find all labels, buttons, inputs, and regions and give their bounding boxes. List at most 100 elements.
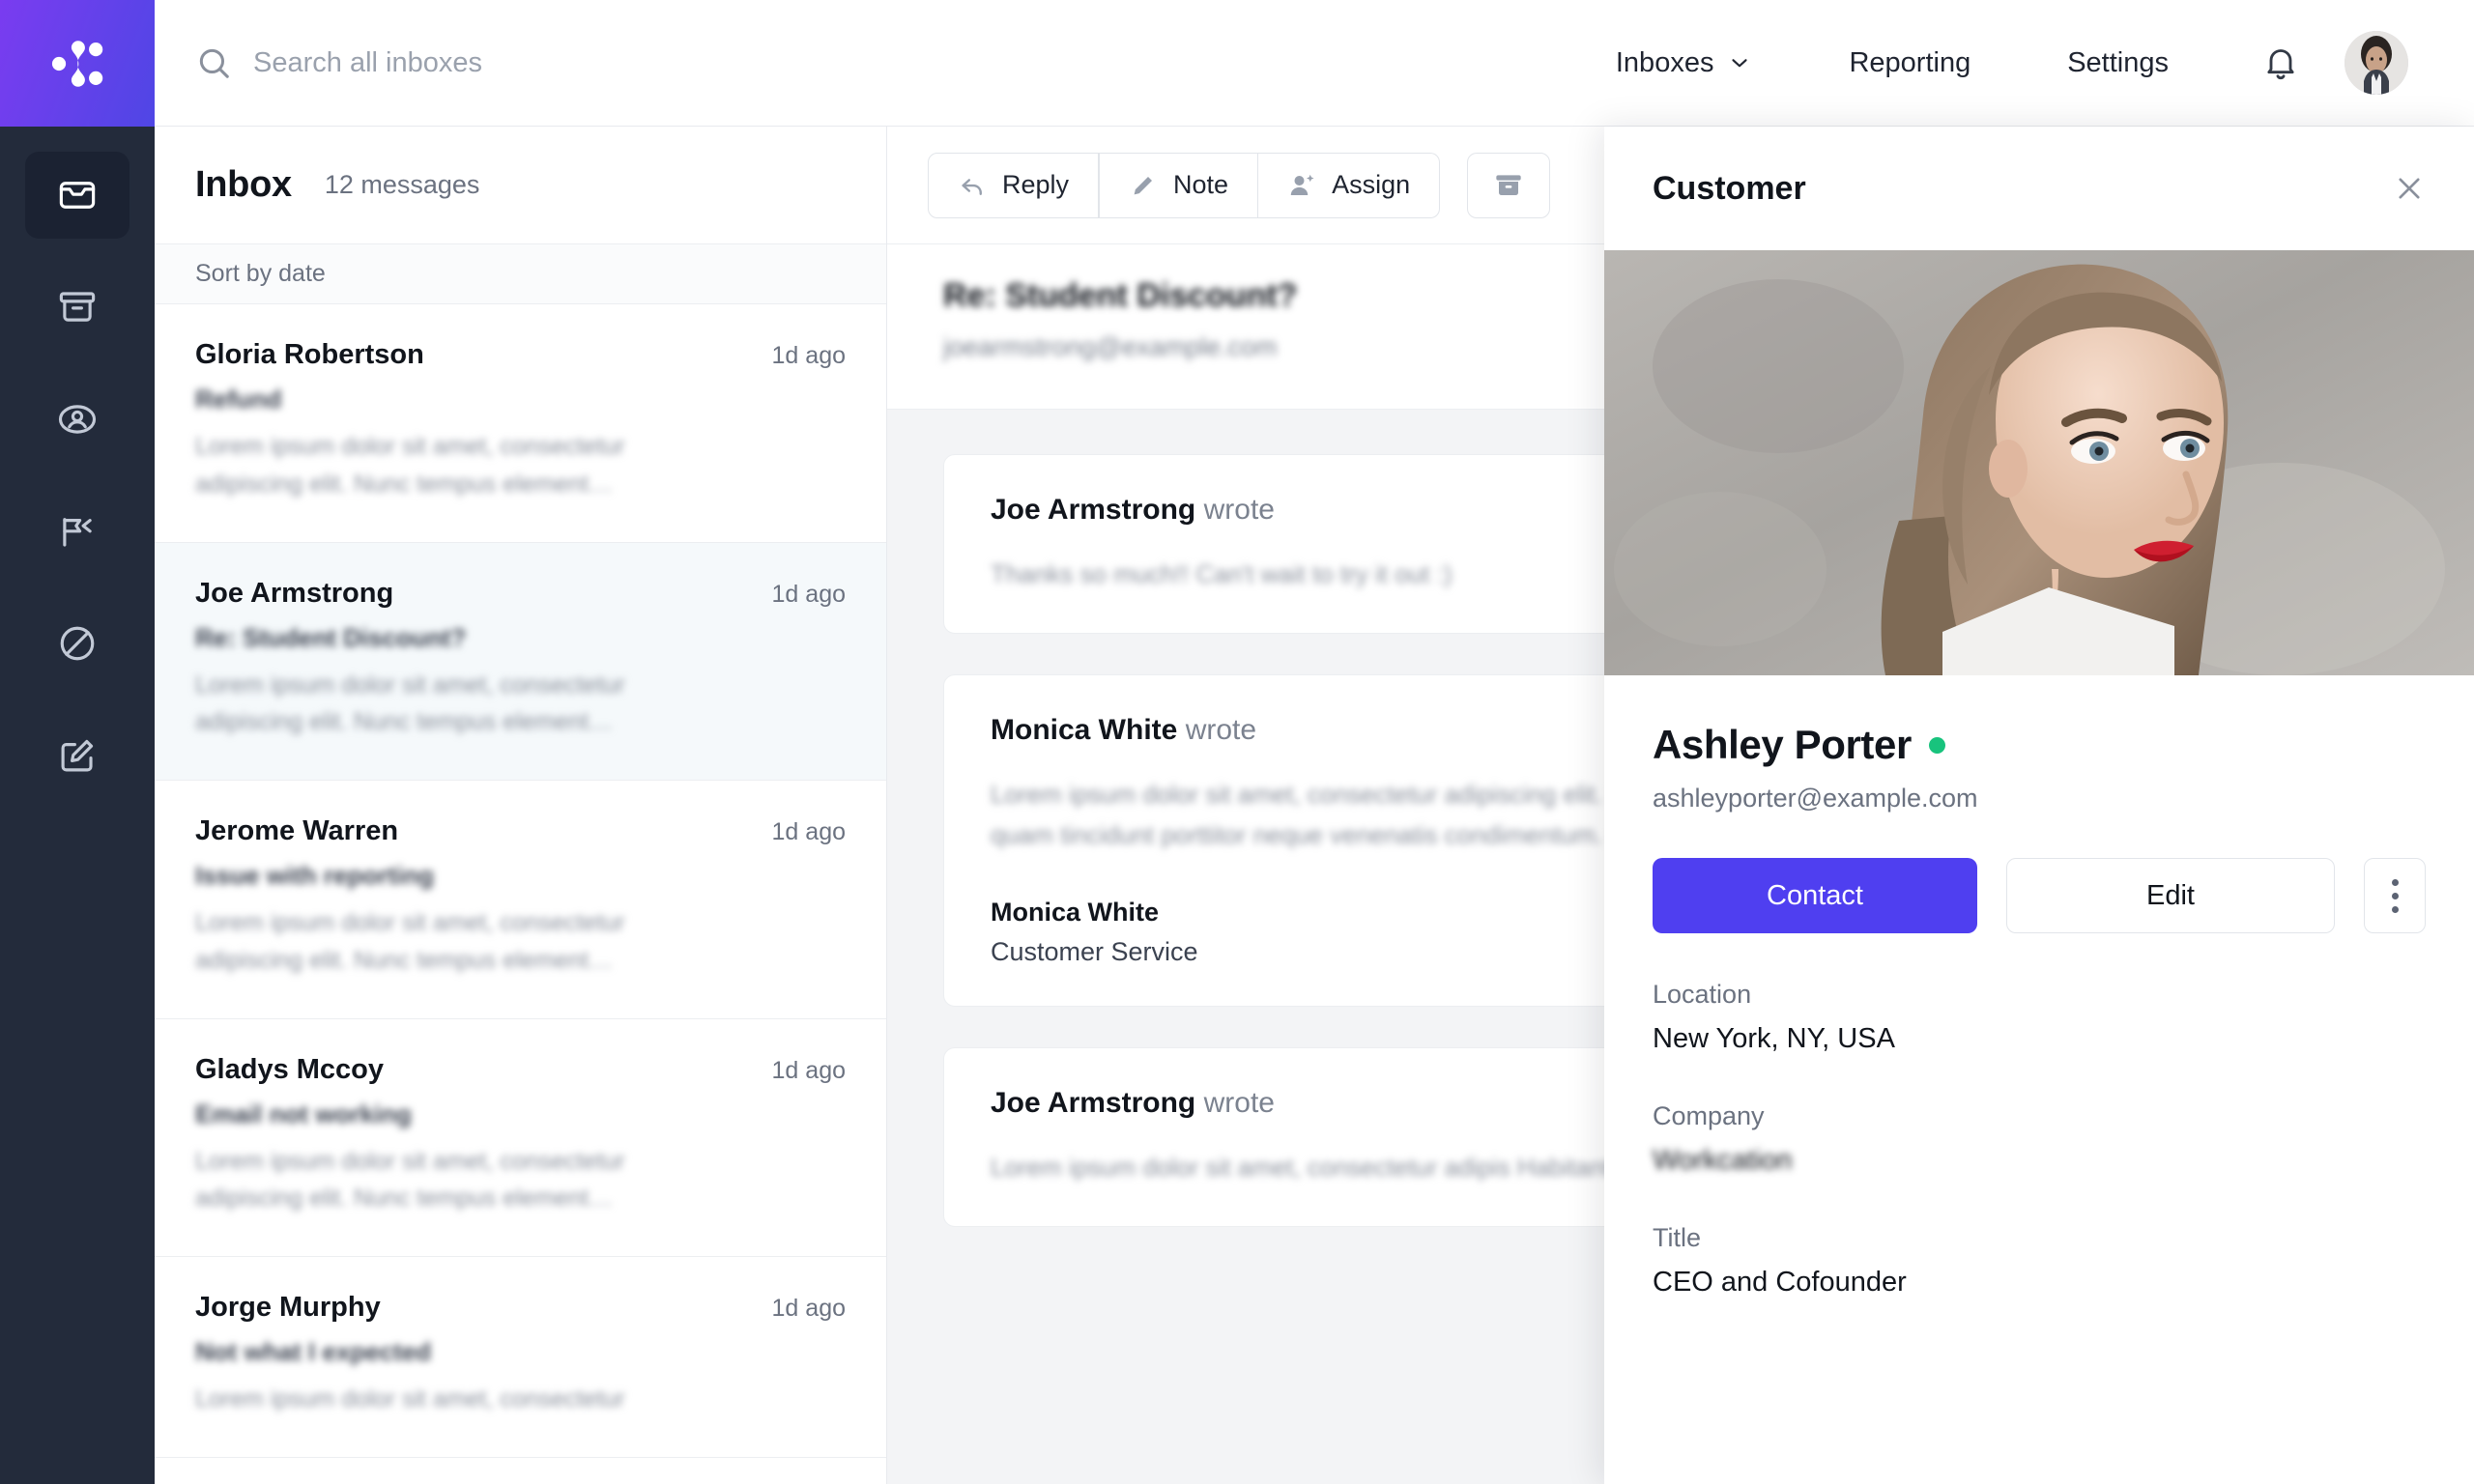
- customer-panel-header: Customer: [1604, 127, 2474, 250]
- pencil-icon: [1129, 171, 1158, 200]
- edit-button[interactable]: Edit: [2006, 858, 2335, 933]
- note-label: Note: [1173, 170, 1228, 200]
- reply-button[interactable]: Reply: [928, 153, 1099, 218]
- list-item[interactable]: Jorge Murphy 1d ago Not what I expected …: [155, 1257, 886, 1458]
- close-panel-button[interactable]: [2393, 172, 2426, 205]
- field-value: New York, NY, USA: [1653, 1023, 2426, 1055]
- message-list-column: Inbox 12 messages Sort by date Gloria Ro…: [155, 127, 887, 1484]
- list-item-sender: Gloria Robertson: [195, 339, 424, 371]
- note-button[interactable]: Note: [1099, 153, 1258, 218]
- sort-label: Sort by date: [195, 260, 326, 288]
- list-item[interactable]: Gladys Mccoy 1d ago Email not working Lo…: [155, 1019, 886, 1258]
- more-options-button[interactable]: [2364, 858, 2426, 933]
- list-item-sender: Jorge Murphy: [195, 1292, 381, 1324]
- kebab-dot-icon: [2392, 906, 2399, 913]
- sidebar-item-contacts[interactable]: [25, 376, 129, 463]
- list-item-sender: Gladys Mccoy: [195, 1054, 384, 1086]
- sidebar-item-compose[interactable]: [25, 712, 129, 799]
- nav-inboxes-label: Inboxes: [1616, 47, 1714, 79]
- assign-button[interactable]: Assign: [1258, 153, 1440, 218]
- customer-email: ashleyporter@example.com: [1653, 784, 2426, 813]
- compose-icon: [57, 735, 98, 776]
- sidebar-item-inbox[interactable]: [25, 152, 129, 239]
- reply-label: Reply: [1002, 170, 1069, 200]
- sidebar-item-spam[interactable]: [25, 600, 129, 687]
- field-value: CEO and Cofounder: [1653, 1267, 2426, 1298]
- thread-action-group: Reply Note Assign: [928, 153, 1440, 218]
- sort-control[interactable]: Sort by date: [155, 244, 886, 304]
- list-item-header: Gladys Mccoy 1d ago: [195, 1054, 846, 1086]
- field-label: Location: [1653, 980, 2426, 1010]
- list-item-subject: Refund: [195, 385, 846, 414]
- contact-button[interactable]: Contact: [1653, 858, 1977, 933]
- list-item-time: 1d ago: [772, 1057, 846, 1085]
- logo-icon: [45, 32, 109, 96]
- contacts-icon: [57, 399, 98, 440]
- inbox-header: Inbox 12 messages: [155, 127, 886, 244]
- thread-message-wrote-label: wrote: [1186, 714, 1256, 746]
- list-item-preview: Lorem ipsum dolor sit amet, consectetur …: [195, 667, 717, 742]
- bell-icon: [2261, 43, 2300, 82]
- list-item-subject: Issue with reporting: [195, 861, 846, 891]
- thread-message-author: Joe Armstrong: [991, 494, 1195, 526]
- list-item-time: 1d ago: [772, 818, 846, 846]
- nav-settings[interactable]: Settings: [2019, 47, 2217, 79]
- archive-icon: [1493, 170, 1524, 201]
- notifications-button[interactable]: [2217, 43, 2345, 82]
- customer-actions: Contact Edit: [1653, 858, 2426, 933]
- list-item-subject: Email not working: [195, 1099, 846, 1129]
- sidebar-item-flag[interactable]: [25, 488, 129, 575]
- assign-label: Assign: [1332, 170, 1410, 200]
- avatar-image: [2345, 31, 2408, 95]
- list-item-time: 1d ago: [772, 1295, 846, 1323]
- chevron-down-icon: [1727, 50, 1752, 75]
- app-logo[interactable]: [0, 0, 155, 127]
- list-item-sender: Joe Armstrong: [195, 578, 393, 610]
- search-icon: [195, 44, 232, 81]
- spam-blocked-icon: [57, 623, 98, 664]
- customer-name-row: Ashley Porter: [1653, 722, 2426, 768]
- list-item[interactable]: Gloria Robertson 1d ago Refund Lorem ips…: [155, 304, 886, 543]
- customer-field-location: Location New York, NY, USA: [1653, 980, 2426, 1055]
- thread-message-author: Monica White: [991, 714, 1177, 746]
- close-icon: [2393, 172, 2426, 205]
- list-item-subject: Not what I expected: [195, 1337, 846, 1367]
- nav-reporting[interactable]: Reporting: [1800, 47, 2019, 79]
- archive-button[interactable]: [1467, 153, 1550, 218]
- customer-field-title: Title CEO and Cofounder: [1653, 1223, 2426, 1298]
- kebab-dot-icon: [2392, 879, 2399, 886]
- thread-message-wrote-label: wrote: [1204, 494, 1275, 526]
- app-root: Inboxes Reporting Settings: [0, 0, 2474, 1484]
- page-title: Inbox: [195, 164, 292, 206]
- customer-name: Ashley Porter: [1653, 722, 1912, 768]
- search-input[interactable]: [253, 47, 872, 79]
- field-value: Workcation: [1653, 1145, 1793, 1177]
- list-item-header: Gloria Robertson 1d ago: [195, 339, 846, 371]
- field-label: Title: [1653, 1223, 2426, 1253]
- thread-message-author: Joe Armstrong: [991, 1087, 1195, 1119]
- reply-icon: [958, 171, 987, 200]
- sidebar-item-archive[interactable]: [25, 264, 129, 351]
- thread-message-wrote-label: wrote: [1204, 1087, 1275, 1119]
- list-item[interactable]: Joe Armstrong 1d ago Re: Student Discoun…: [155, 543, 886, 782]
- list-item[interactable]: Jerome Warren 1d ago Issue with reportin…: [155, 781, 886, 1019]
- search-bar[interactable]: [195, 44, 1568, 81]
- customer-photo-image: [1604, 250, 2474, 675]
- archive-icon: [57, 287, 98, 328]
- customer-details: Ashley Porter ashleyporter@example.com C…: [1604, 675, 2474, 1298]
- rail-nav: [0, 127, 155, 799]
- field-label: Company: [1653, 1101, 2426, 1131]
- list-item-time: 1d ago: [772, 342, 846, 370]
- list-item-preview: Lorem ipsum dolor sit amet, consectetur: [195, 1381, 717, 1418]
- message-list: Gloria Robertson 1d ago Refund Lorem ips…: [155, 304, 886, 1484]
- flag-icon: [57, 511, 98, 552]
- avatar[interactable]: [2345, 31, 2408, 95]
- list-item-header: Joe Armstrong 1d ago: [195, 578, 846, 610]
- inbox-icon: [57, 175, 98, 215]
- nav-inboxes[interactable]: Inboxes: [1568, 47, 1801, 79]
- customer-panel: Customer: [1604, 127, 2474, 1484]
- customer-panel-title: Customer: [1653, 170, 1806, 208]
- list-item-header: Jorge Murphy 1d ago: [195, 1292, 846, 1324]
- customer-field-company: Company Workcation: [1653, 1101, 2426, 1177]
- list-item-preview: Lorem ipsum dolor sit amet, consectetur …: [195, 428, 717, 503]
